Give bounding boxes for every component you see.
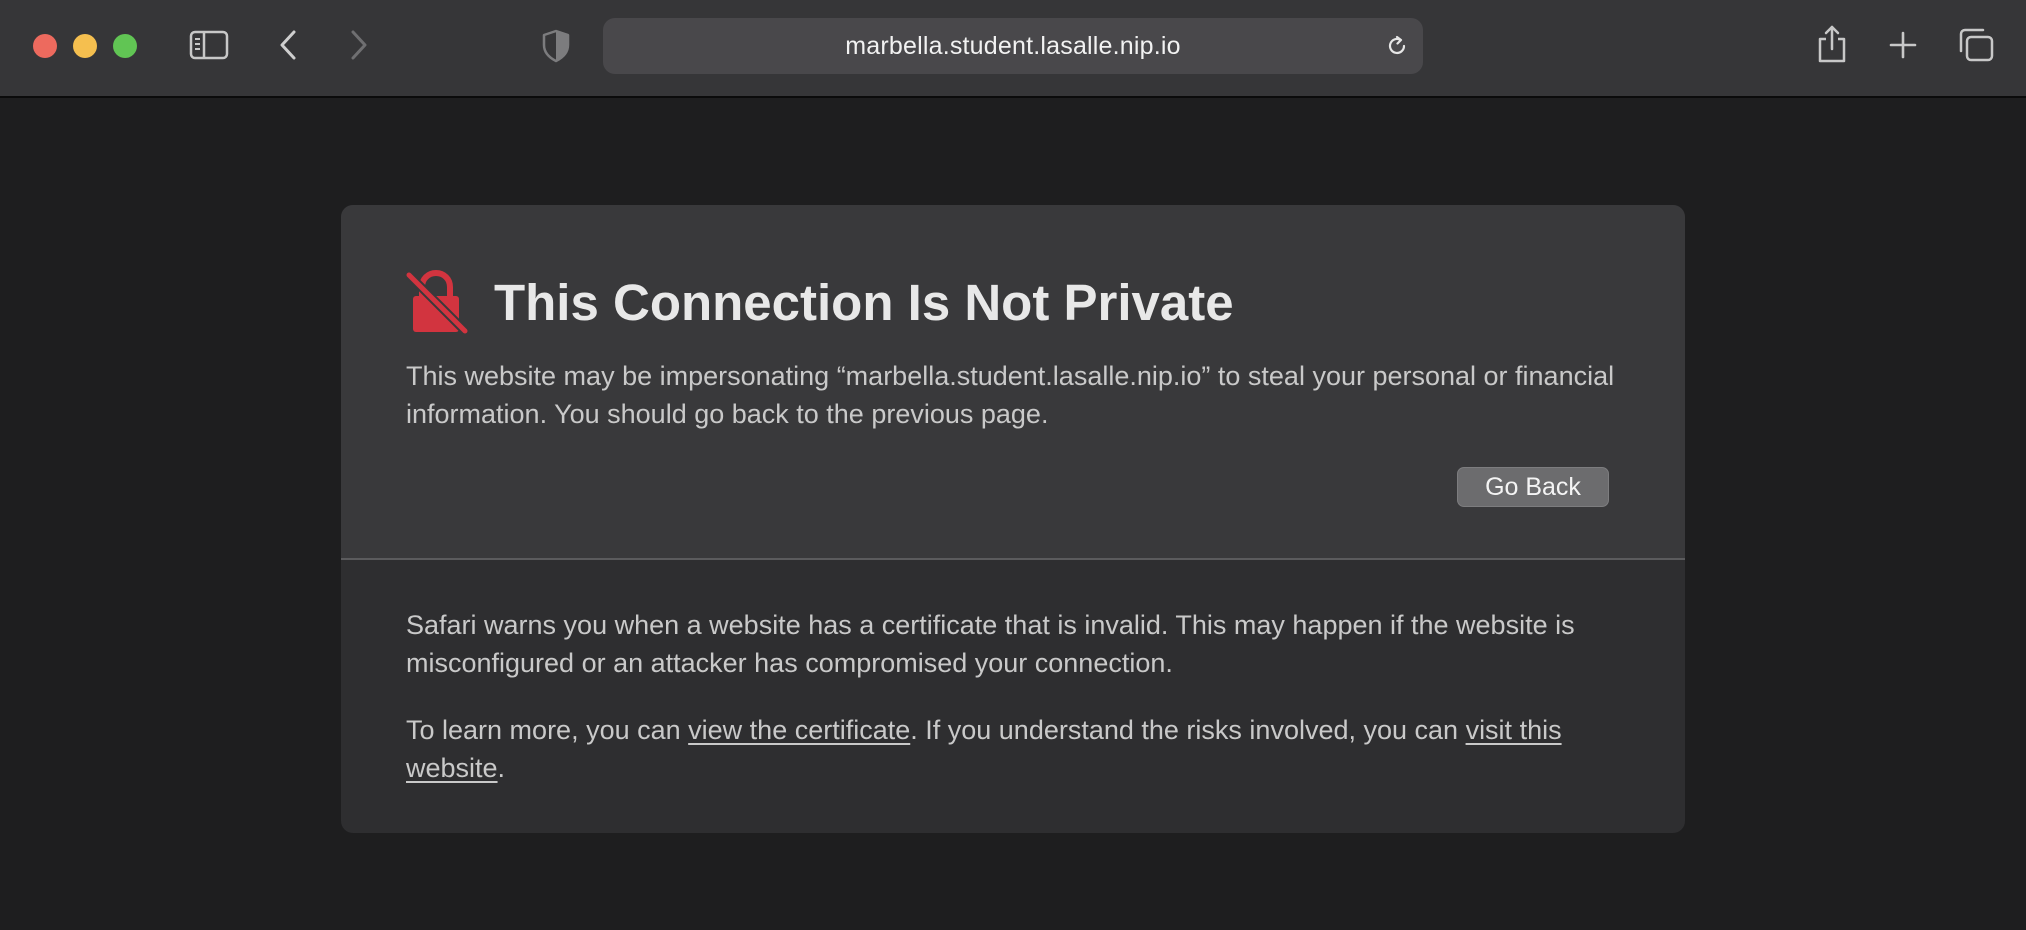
chevron-left-icon	[280, 30, 296, 60]
share-icon	[1818, 25, 1846, 63]
learn-more-prefix: To learn more, you can	[406, 715, 689, 745]
go-back-button[interactable]: Go Back	[1457, 467, 1609, 507]
plus-icon	[1889, 31, 1917, 59]
tabs-icon	[1959, 28, 1994, 62]
url-text[interactable]: marbella.student.lasalle.nip.io	[603, 18, 1423, 74]
new-tab-button[interactable]	[1886, 24, 1920, 66]
share-button[interactable]	[1814, 20, 1850, 68]
sidebar-icon	[189, 30, 229, 60]
tab-overview-button[interactable]	[1956, 24, 1996, 66]
window-maximize-button[interactable]	[113, 34, 137, 58]
privacy-report-button[interactable]	[540, 24, 572, 68]
view-certificate-link[interactable]: view the certificate	[688, 715, 910, 745]
window-close-button[interactable]	[33, 34, 57, 58]
not-private-warning-card: This Connection Is Not Private This webs…	[341, 205, 1685, 833]
sidebar-toggle-button[interactable]	[186, 24, 232, 66]
back-button[interactable]	[272, 24, 304, 66]
certificate-explanation: Safari warns you when a website has a ce…	[406, 610, 1575, 678]
learn-more-suffix: .	[497, 753, 506, 783]
warning-description: This website may be impersonating “marbe…	[406, 361, 1615, 429]
learn-more-middle: . If you understand the risks involved, …	[910, 715, 1466, 745]
broken-lock-icon	[404, 269, 470, 336]
page-title: This Connection Is Not Private	[494, 274, 1234, 331]
reload-icon	[1388, 35, 1406, 55]
window-minimize-button[interactable]	[73, 34, 97, 58]
learn-more-text: To learn more, you can view the certific…	[406, 711, 1636, 787]
reload-button[interactable]	[1383, 32, 1411, 60]
forward-button[interactable]	[343, 24, 375, 66]
browser-toolbar: marbella.student.lasalle.nip.io	[0, 0, 2026, 98]
shield-icon	[542, 29, 570, 63]
chevron-right-icon	[351, 30, 367, 60]
address-bar[interactable]: marbella.student.lasalle.nip.io	[603, 18, 1423, 74]
warning-header-section: This Connection Is Not Private This webs…	[341, 205, 1685, 560]
